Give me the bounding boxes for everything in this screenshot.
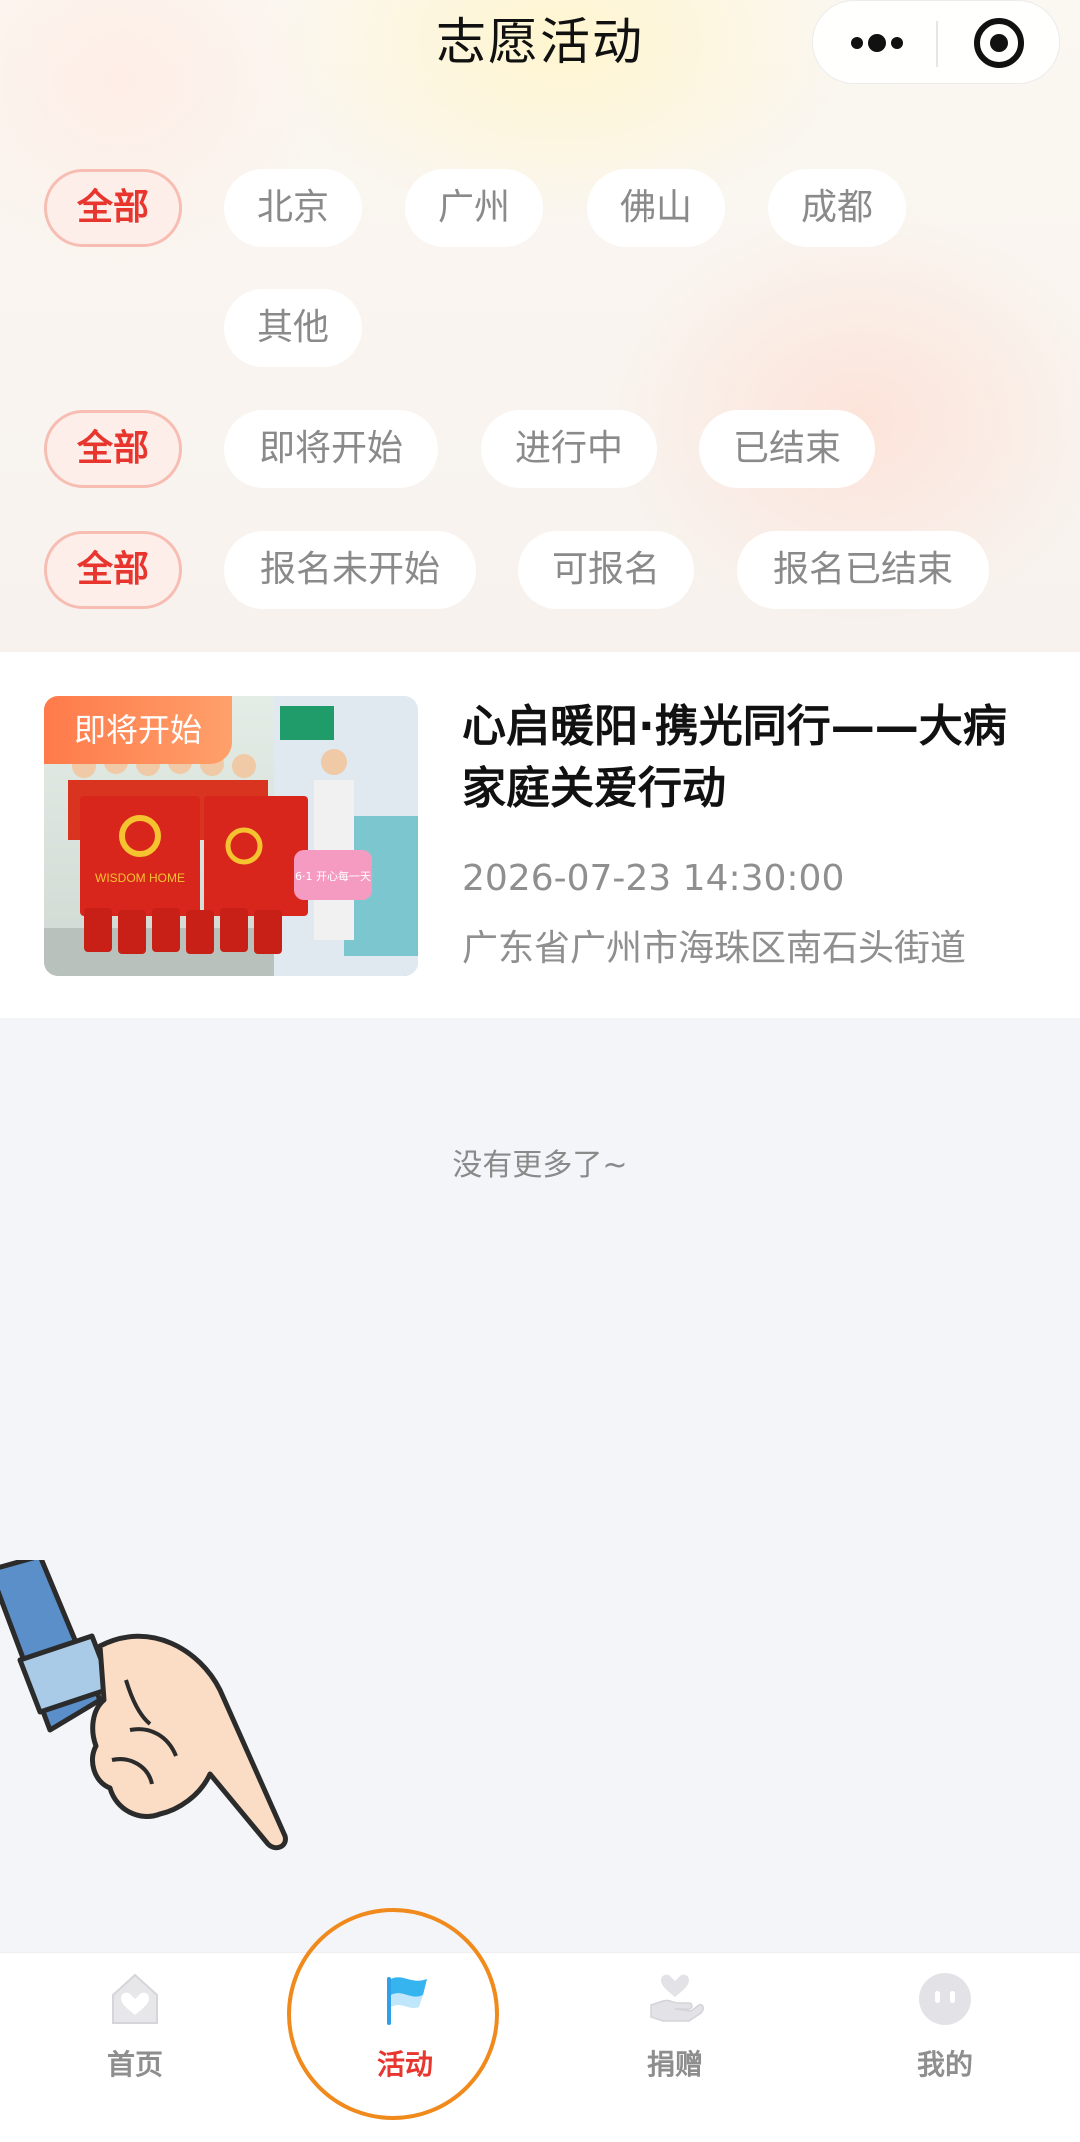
city-filter-all[interactable]: 全部 bbox=[44, 169, 182, 247]
photo-sign-text: 6·1 开心每一天 bbox=[295, 869, 371, 883]
pointing-hand-icon bbox=[0, 1560, 288, 1851]
city-filter-other[interactable]: 其他 bbox=[224, 289, 362, 367]
status-filter-ended[interactable]: 已结束 bbox=[699, 410, 875, 488]
city-filter-chengdu[interactable]: 成都 bbox=[768, 169, 906, 247]
tab-donate[interactable]: 捐赠 bbox=[540, 1953, 810, 2142]
activity-card[interactable]: WISDOM HOME 6·1 开心每一天 即将开始 心启暖阳·携光同行——大病… bbox=[0, 652, 1080, 1018]
city-filter-beijing[interactable]: 北京 bbox=[224, 169, 362, 247]
signup-filter-not-started[interactable]: 报名未开始 bbox=[224, 531, 476, 609]
profile-face-icon bbox=[919, 1973, 971, 2025]
signup-filter-closed[interactable]: 报名已结束 bbox=[737, 531, 989, 609]
signup-filter-open[interactable]: 可报名 bbox=[518, 531, 694, 609]
more-dots-icon[interactable] bbox=[847, 25, 907, 61]
bottom-tab-bar: 首页 活动 捐赠 我的 bbox=[0, 1952, 1080, 2142]
active-tab-highlight-circle bbox=[287, 1908, 499, 2120]
tab-profile-label: 我的 bbox=[916, 2048, 973, 2081]
list-end-text: 没有更多了~ bbox=[452, 1148, 628, 1183]
status-filter-ongoing[interactable]: 进行中 bbox=[481, 410, 657, 488]
activity-time: 2026-07-23 14:30:00 bbox=[462, 858, 845, 899]
status-filter-all[interactable]: 全部 bbox=[44, 410, 182, 488]
tab-home-label: 首页 bbox=[106, 2048, 163, 2081]
tab-home[interactable]: 首页 bbox=[0, 1953, 270, 2142]
mini-program-capsule bbox=[812, 0, 1060, 84]
city-filter-guangzhou[interactable]: 广州 bbox=[405, 169, 543, 247]
donate-hand-heart-icon bbox=[650, 1974, 704, 2022]
signup-filter-all[interactable]: 全部 bbox=[44, 531, 182, 609]
activity-address: 广东省广州市海珠区南石头街道 bbox=[462, 928, 967, 969]
activity-title[interactable]: 心启暖阳·携光同行——大病家庭关爱行动 bbox=[462, 696, 1048, 820]
home-icon bbox=[112, 1973, 158, 2024]
status-filter-upcoming[interactable]: 即将开始 bbox=[224, 410, 438, 488]
tab-profile[interactable]: 我的 bbox=[810, 1953, 1080, 2142]
close-target-icon[interactable] bbox=[971, 15, 1027, 71]
activity-thumbnail: WISDOM HOME 6·1 开心每一天 即将开始 bbox=[44, 696, 418, 976]
status-badge: 即将开始 bbox=[44, 696, 233, 764]
city-filter-foshan[interactable]: 佛山 bbox=[587, 169, 725, 247]
photo-banner-text: WISDOM HOME bbox=[95, 871, 185, 885]
tab-donate-label: 捐赠 bbox=[646, 2048, 703, 2081]
capsule-divider bbox=[936, 21, 938, 67]
